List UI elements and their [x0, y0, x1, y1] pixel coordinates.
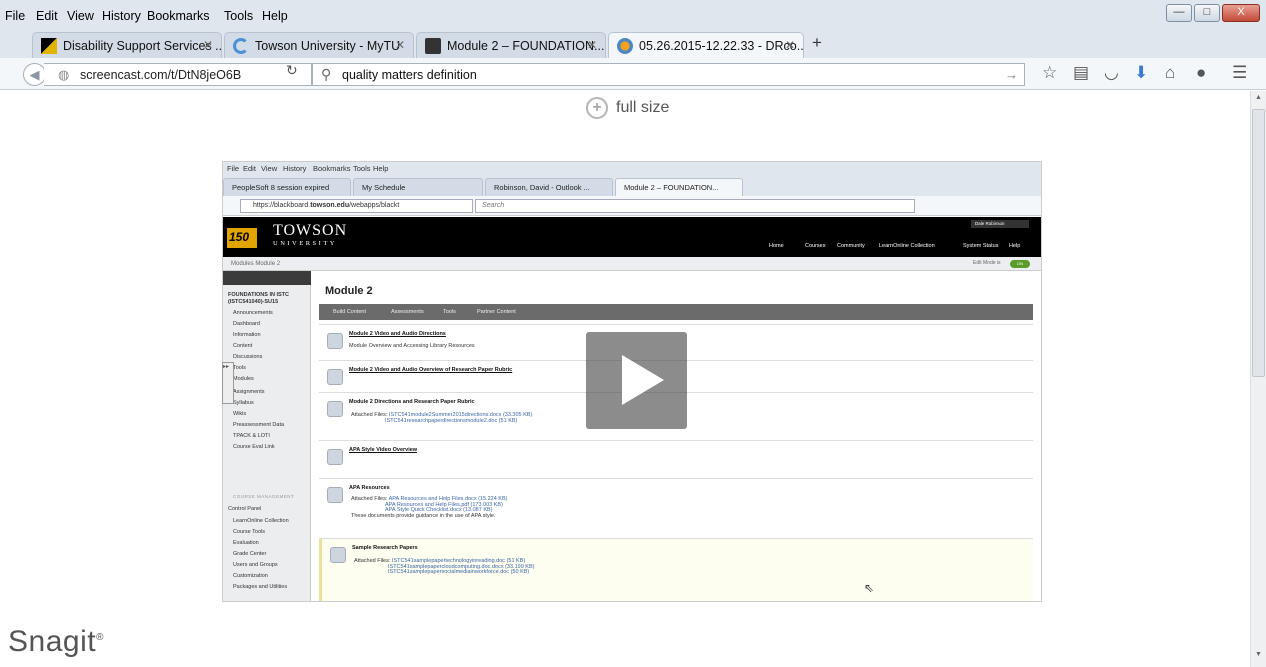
mouse-cursor-icon: ⇖: [864, 581, 875, 595]
tab-disability-support[interactable]: Disability Support Services ... ✕: [32, 32, 222, 58]
scroll-up-icon[interactable]: ▲: [1255, 94, 1262, 101]
close-tab-icon[interactable]: ✕: [203, 38, 213, 52]
close-window-button[interactable]: X: [1222, 4, 1260, 22]
page-scrollbar[interactable]: ▲ ▼: [1250, 91, 1266, 667]
video-content-area: Module 2 Build Content Assessments Tools…: [311, 271, 1041, 601]
full-size-button[interactable]: + full size: [586, 97, 669, 123]
go-arrow-icon[interactable]: →: [1005, 67, 1018, 82]
close-tab-icon[interactable]: ✕: [785, 38, 795, 52]
full-size-label: full size: [616, 99, 670, 117]
back-button[interactable]: ◀: [23, 63, 46, 86]
navigation-bar: ◀ ◍ screencast.com/t/DtN8jeO6B ↻ ⚲ quali…: [0, 58, 1266, 90]
anniversary-logo: 150: [227, 228, 257, 248]
video-menu-item: Tools: [353, 164, 371, 173]
search-text: quality matters definition: [342, 68, 477, 82]
video-content-item: APA Resources Attached Files: APA Resour…: [319, 478, 1033, 538]
video-item-icon: [327, 449, 343, 465]
video-breadcrumb: Modules Module 2 Edit Mode is ON: [223, 257, 1041, 271]
menu-file[interactable]: File: [5, 9, 25, 23]
video-menu-item: File: [227, 164, 240, 173]
maximize-button[interactable]: □: [1194, 4, 1220, 22]
video-tab-bar: PeopleSoft 8 session expired My Schedule…: [223, 175, 1041, 196]
video-item-icon: [327, 369, 343, 385]
tab-module-2[interactable]: Module 2 – FOUNDATION... ✕: [416, 32, 606, 58]
url-text: screencast.com/t/DtN8jeO6B: [80, 68, 242, 82]
video-menu-item: Help: [373, 164, 389, 173]
zoom-plus-icon: +: [586, 97, 608, 119]
close-tab-icon[interactable]: ✕: [587, 38, 597, 52]
tab-label: Module 2 – FOUNDATION...: [447, 39, 605, 53]
video-menu-item: History: [283, 164, 307, 173]
document-item-icon: [327, 401, 343, 417]
video-menu-item: Edit: [243, 164, 256, 173]
menu-bar: File Edit View History Bookmarks Tools H…: [0, 0, 1266, 28]
tab-label: Disability Support Services ...: [63, 39, 222, 53]
video-tab: PeopleSoft 8 session expired: [223, 178, 351, 196]
video-action-bar: Build Content Assessments Tools Partner …: [319, 304, 1033, 320]
scroll-down-icon[interactable]: ▼: [1255, 651, 1262, 658]
blackboard-favicon-icon: [425, 38, 441, 54]
download-icon[interactable]: ⬇: [1134, 63, 1148, 83]
video-url: https://blackboard.towson.edu/webapps/bl…: [240, 199, 473, 213]
minimize-button[interactable]: —: [1166, 4, 1192, 22]
video-nav-bar: https://blackboard.towson.edu/webapps/bl…: [223, 196, 1041, 216]
scrollbar-thumb[interactable]: [1252, 109, 1265, 377]
video-search: Search: [475, 199, 915, 213]
document-item-icon: [330, 547, 346, 563]
video-item-icon: [327, 333, 343, 349]
close-tab-icon[interactable]: ✕: [395, 38, 405, 52]
video-course-menu: FOUNDATIONS IN ISTC (ISTC541040)-SU15 An…: [223, 271, 311, 601]
video-tab: Module 2 – FOUNDATION...: [615, 178, 743, 196]
menu-icon[interactable]: ☰: [1232, 63, 1247, 83]
menu-edit[interactable]: Edit: [36, 9, 58, 23]
menu-bookmarks[interactable]: Bookmarks: [147, 9, 210, 23]
snagit-logo: Snagit®: [8, 625, 104, 658]
video-player[interactable]: File Edit View History Bookmarks Tools H…: [222, 161, 1042, 602]
menu-view[interactable]: View: [67, 9, 94, 23]
play-icon: [622, 355, 664, 405]
reading-list-icon[interactable]: ▤: [1073, 63, 1089, 83]
video-content-item: Sample Research Papers Attached Files: I…: [319, 538, 1033, 601]
video-tab: Robinson, David - Outlook ...: [485, 178, 613, 196]
search-input[interactable]: ⚲ quality matters definition →: [312, 63, 1025, 86]
tab-towson-mytu[interactable]: Towson University - MyTU ✕: [224, 32, 414, 58]
site-identity-icon[interactable]: ◍: [58, 67, 69, 83]
video-panel-toggle-icon[interactable]: ▸▸: [222, 362, 234, 404]
tab-screencast[interactable]: 05.26.2015-12.22.33 - DRco... ✕: [608, 32, 804, 58]
tab-label: Towson University - MyTU: [255, 39, 401, 53]
towson-logo: TOWSON UNIVERSITY: [273, 222, 348, 247]
reload-icon[interactable]: ↻: [286, 62, 298, 79]
menu-tools[interactable]: Tools: [224, 9, 253, 23]
document-item-icon: [327, 487, 343, 503]
pocket-icon[interactable]: ◡: [1104, 63, 1119, 83]
url-bar[interactable]: ◍ screencast.com/t/DtN8jeO6B: [44, 63, 312, 86]
menu-history[interactable]: History: [102, 9, 141, 23]
play-button[interactable]: [586, 332, 687, 429]
video-user-badge: Dale Robinson: [971, 220, 1029, 228]
video-menu-item: View: [261, 164, 278, 173]
loading-favicon-icon: [233, 38, 249, 54]
search-icon: ⚲: [321, 66, 332, 82]
tab-bar: Disability Support Services ... ✕ Towson…: [0, 28, 1266, 58]
new-tab-button[interactable]: +: [812, 33, 822, 53]
disability-favicon-icon: [41, 38, 57, 54]
video-site-header: 150 TOWSON UNIVERSITY Dale Robinson Home…: [223, 217, 1041, 257]
menu-help[interactable]: Help: [262, 9, 288, 23]
home-icon[interactable]: ⌂: [1165, 63, 1175, 83]
screencast-favicon-icon: [617, 38, 633, 54]
video-module-title: Module 2: [325, 285, 373, 297]
chat-icon[interactable]: ●: [1196, 63, 1206, 83]
tab-label: 05.26.2015-12.22.33 - DRco...: [639, 39, 804, 53]
video-tab: My Schedule: [353, 178, 483, 196]
video-menu-item: Bookmarks: [313, 164, 351, 173]
star-icon[interactable]: ☆: [1042, 63, 1057, 83]
video-content-item: APA Style Video Overview: [319, 440, 1033, 478]
video-menu-bar: File Edit View History Bookmarks Tools H…: [223, 162, 1041, 175]
